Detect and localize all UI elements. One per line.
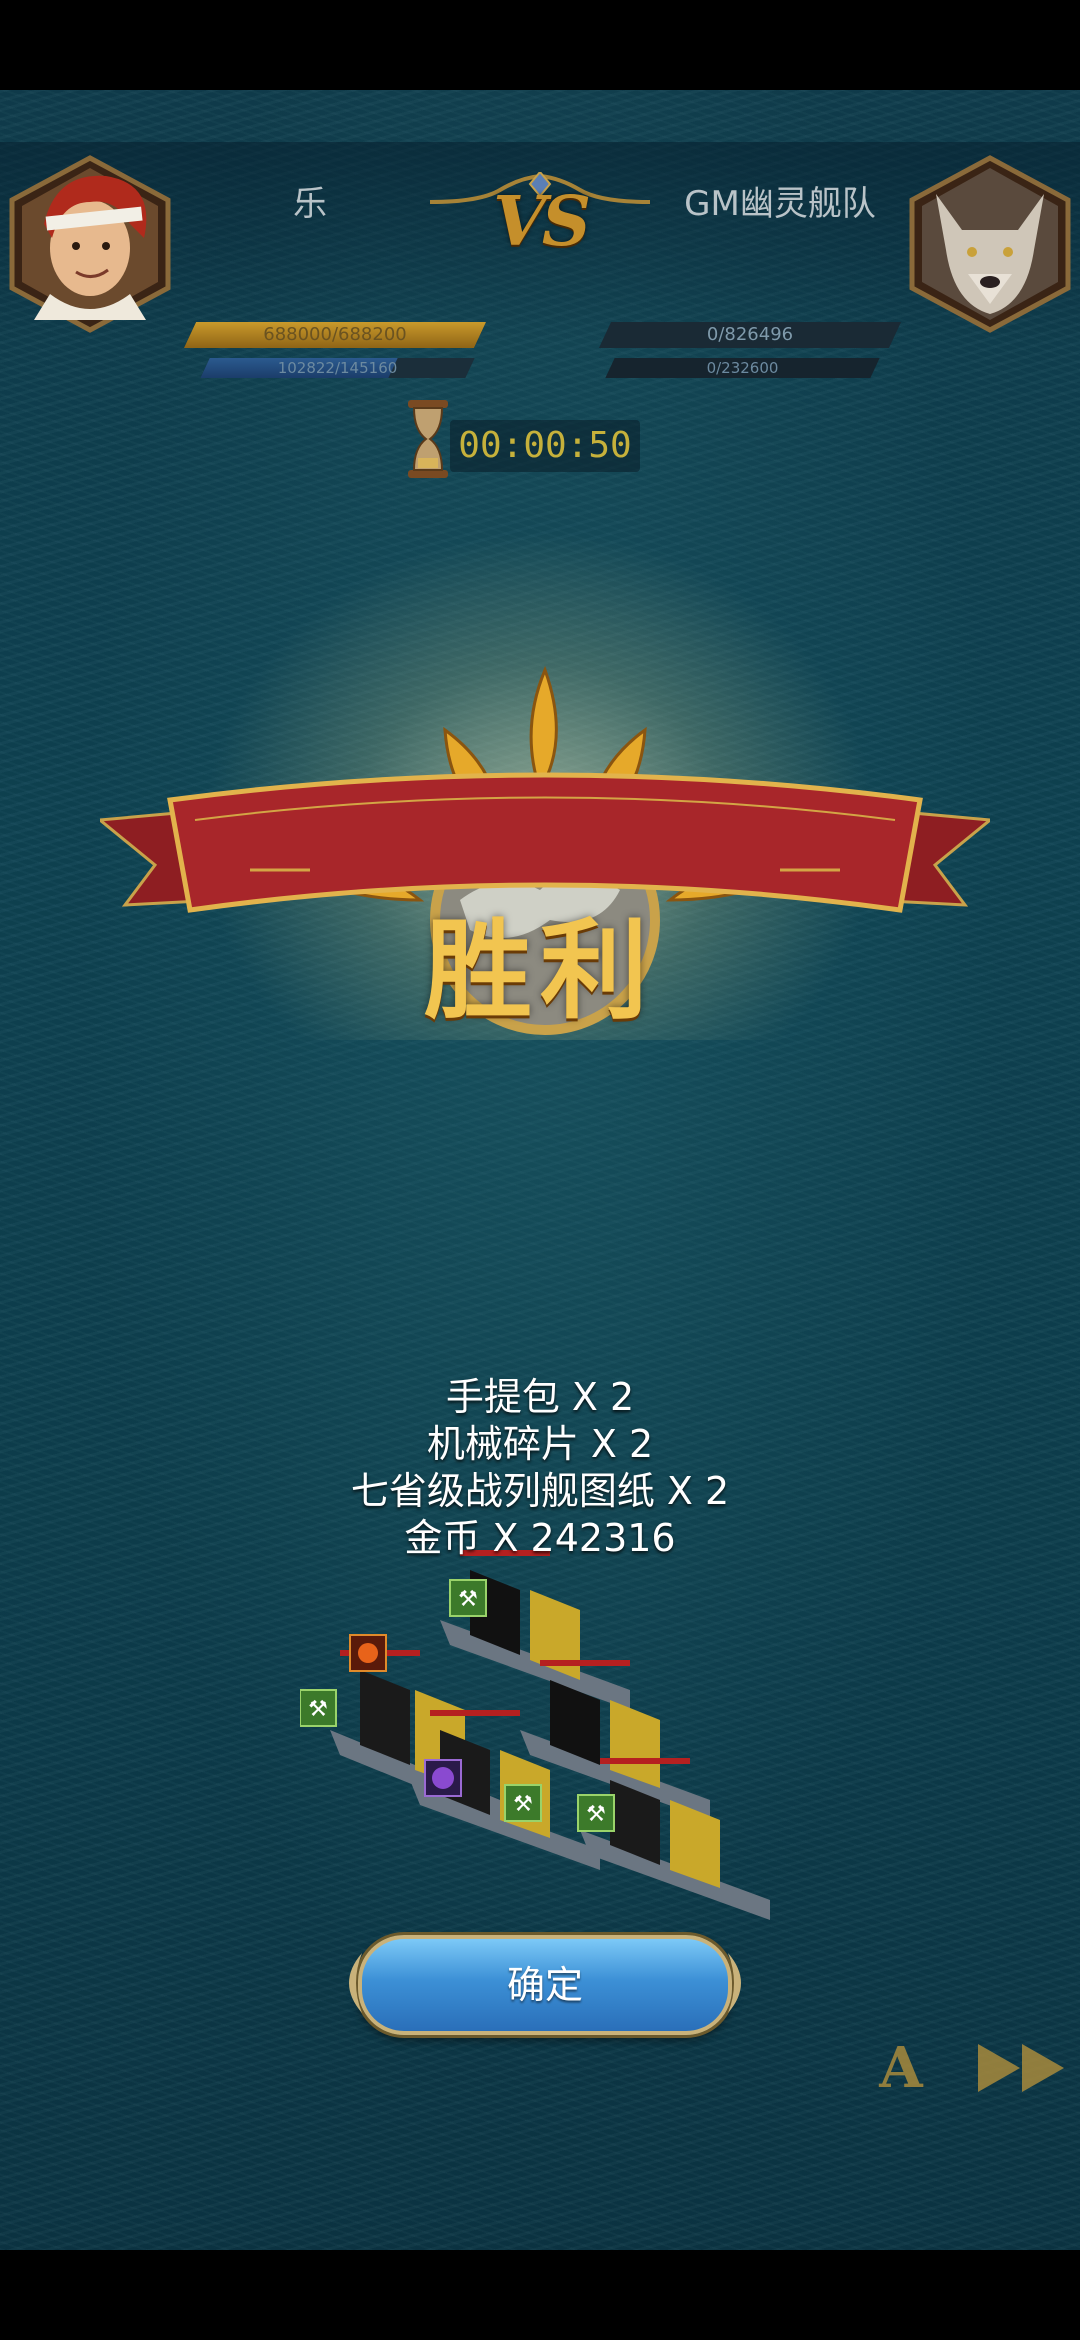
fast-forward-icon[interactable] [974,2040,1070,2096]
fire-buff-icon [349,1634,387,1672]
player-fleet: ⚒ ⚒ ⚒ ⚒ [300,1550,770,1920]
reward-item: 七省级战列舰图纸 X 2 [350,1469,730,1513]
hourglass-icon [408,400,448,478]
player-sub-bar: 102822/145160 [200,358,475,378]
svg-text:⚒: ⚒ [513,1792,533,1817]
confirm-button-label: 确定 [506,1963,583,2007]
enemy-name: GM幽灵舰队 [684,184,876,224]
victory-title: 胜利 [423,908,656,1034]
reward-item: 手提包 X 2 [445,1375,635,1419]
button-ornament-right [728,1953,741,2013]
poison-buff-icon [424,1759,462,1797]
enemy-sub-text: 0/232600 [706,359,779,377]
enemy-hp-bar: 0/826496 [598,322,902,348]
ship [440,1550,630,1710]
enemy-sub-bar: 0/232600 [605,358,880,378]
enemy-avatar[interactable] [906,154,1074,334]
vs-label: VS [493,182,591,262]
status-bar-area [0,0,1080,90]
navigation-bar-area [0,2250,1080,2340]
player-hp-text: 688000/688200 [263,324,407,345]
player-name: 乐 [293,184,327,224]
battle-timer: 00:00:50 [450,420,640,472]
svg-text:⚒: ⚒ [586,1802,606,1827]
auto-battle-button[interactable]: A [876,2040,926,2096]
repair-buff-icon: ⚒ [577,1794,615,1832]
reward-list: 手提包 X 2 机械碎片 X 2 七省级战列舰图纸 X 2 金币 X 24231… [240,1374,840,1562]
svg-text:⚒: ⚒ [458,1587,478,1612]
player-sub-text: 102822/145160 [277,359,398,377]
button-ornament-left [349,1953,362,2013]
player-hp-bar: 688000/688200 [183,322,487,348]
reward-item: 金币 X 242316 [404,1516,676,1560]
player-avatar[interactable] [6,154,174,334]
repair-buff-icon: ⚒ [504,1784,542,1822]
repair-buff-icon: ⚒ [449,1579,487,1617]
battle-scene: 乐 VS GM幽灵舰队 688000/688200 102822/145160 … [0,90,1080,2250]
repair-buff-icon: ⚒ [300,1689,337,1727]
svg-text:⚒: ⚒ [308,1697,328,1722]
enemy-hp-text: 0/826496 [706,324,794,345]
confirm-button[interactable]: 确定 [349,1935,741,2035]
reward-item: 机械碎片 X 2 [426,1422,654,1466]
